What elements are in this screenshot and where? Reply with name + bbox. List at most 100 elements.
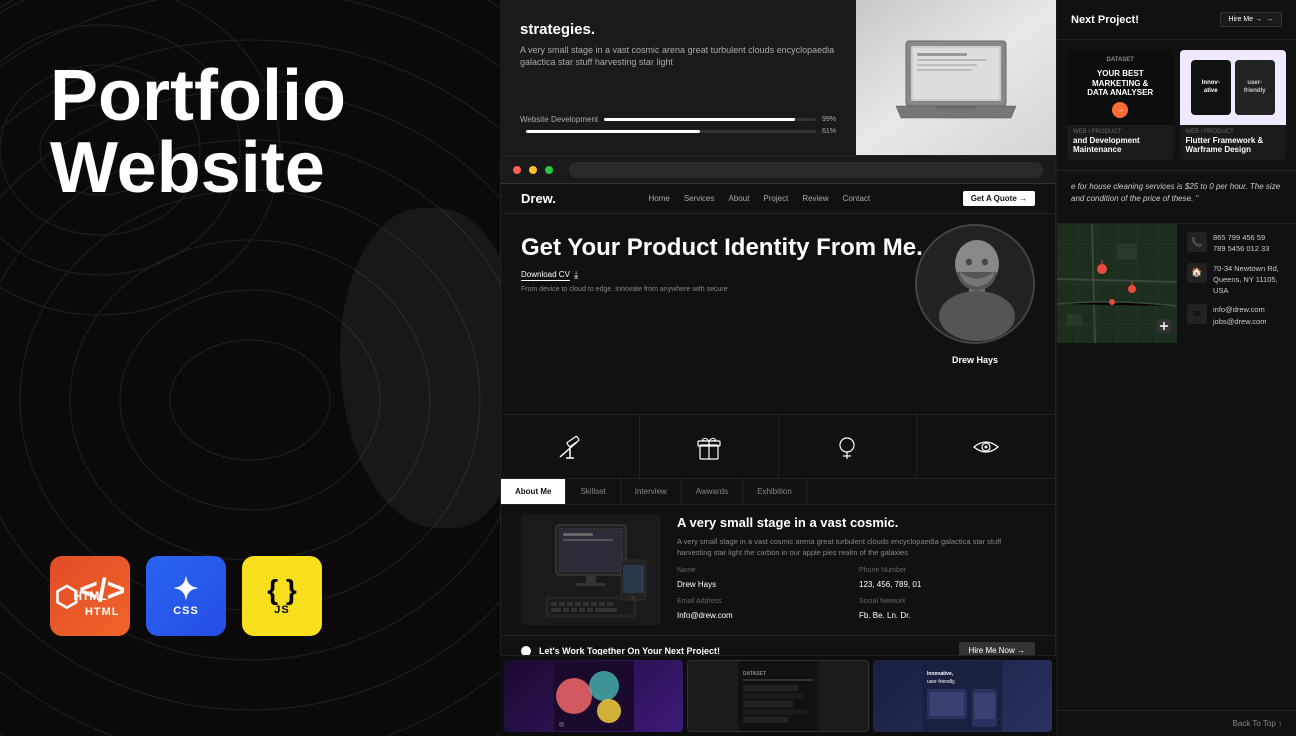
svg-text:Innovative,: Innovative,: [927, 671, 954, 677]
testimonial-section: e for house cleaning services is $25 to …: [1057, 170, 1296, 215]
project-card-1[interactable]: DATASET YOUR BESTMARKETING &DATA ANALYSE…: [1067, 50, 1174, 160]
back-top-text[interactable]: Back To Top ↑: [1232, 719, 1282, 728]
contact-info: 📞 865 799 456 59789 5456 012 33 🏠 70-34 …: [1177, 224, 1296, 343]
map-contact: 📞 865 799 456 59789 5456 012 33 🏠 70-34 …: [1057, 223, 1296, 343]
avatar-image: [917, 226, 1035, 344]
next-project-header: Next Project! Hire Me → →: [1057, 0, 1296, 40]
left-panel: Portfolio Website ⬡ HTML </> HTML ✦ CSS: [0, 0, 500, 736]
icon-gift: [640, 415, 779, 478]
tech-icons-group: ⬡ HTML </> HTML ✦ CSS { } JS: [50, 556, 450, 676]
about-text: A very small stage in a vast cosmic. A v…: [677, 515, 1035, 625]
map-area: [1057, 224, 1177, 343]
right-side: strategies. A very small stage in a vast…: [500, 0, 1056, 736]
thumbnail-3[interactable]: Innovative, user-friendly,: [873, 660, 1052, 732]
cta-left: Let's Work Together On Your Next Project…: [521, 646, 720, 656]
detail-social: Social Network Fb. Be. Ln. Dr.: [859, 598, 1035, 623]
site-content: Drew. Home Services About Project Review…: [501, 184, 1055, 655]
browser-maximize[interactable]: [545, 166, 553, 174]
progress-row-2: 61%: [520, 128, 836, 135]
cta-bar: Let's Work Together On Your Next Project…: [501, 635, 1055, 655]
icon-telescope: [501, 415, 640, 478]
project-card-2-label: WEB / PRODUCT Flutter Framework &Warfram…: [1180, 125, 1287, 158]
detail-name: Name Drew Hays: [677, 567, 853, 592]
thumbnail-2[interactable]: DATASET: [687, 660, 868, 732]
icon-eye: [917, 415, 1055, 478]
icon-venus: [779, 415, 918, 478]
hero-avatar: Drew Hays: [915, 224, 1035, 384]
laptop-image: [856, 0, 1056, 155]
strategy-body: A very small stage in a vast cosmic aren…: [520, 44, 836, 69]
laptop-visual: [856, 0, 1056, 155]
project-card-2[interactable]: Innov-ative user-friendly WEB / PRODUCT …: [1180, 50, 1287, 160]
detail-email: Email Address Info@drew.com: [677, 598, 853, 623]
hire-me-button[interactable]: Hire Me → →: [1220, 12, 1282, 27]
css-badge: ✦ CSS: [146, 556, 226, 636]
about-body: A very small stage in a vast cosmic aren…: [677, 536, 1035, 559]
project-card-1-label: WEB / PRODUCT and DevelopmentMaintenance: [1067, 125, 1174, 158]
browser-close[interactable]: [513, 166, 521, 174]
project-cards: DATASET YOUR BESTMARKETING &DATA ANALYSE…: [1057, 40, 1296, 170]
about-details: Name Drew Hays Phone Number 123, 456, 78…: [677, 567, 1035, 623]
browser-preview: Drew. Home Services About Project Review…: [500, 155, 1056, 656]
contact-phone: 📞 865 799 456 59789 5456 012 33: [1187, 232, 1286, 255]
laptop-svg: [891, 33, 1021, 123]
avatar-circle: [915, 224, 1035, 344]
thumbnail-1[interactable]: ◎: [504, 660, 683, 732]
nav-cta-button[interactable]: Get A Quote →: [963, 191, 1035, 206]
about-tabs: About Me Skillset Interview Awwards Exhi…: [501, 479, 1055, 505]
browser-minimize[interactable]: [529, 166, 537, 174]
nav-project[interactable]: Project: [763, 194, 788, 203]
detail-phone: Phone Number 123, 456, 789, 01: [859, 567, 1035, 592]
svg-text:user-friendly,: user-friendly,: [927, 679, 956, 685]
cta-dot: [521, 646, 531, 656]
tab-skillset[interactable]: Skillset: [566, 479, 620, 504]
address-text: 70-34 Newtown Rd,Queens, NY 11105, USA: [1213, 263, 1286, 297]
testimonial-text: e for house cleaning services is $25 to …: [1071, 181, 1282, 205]
tab-interview[interactable]: Interview: [621, 479, 682, 504]
contact-address: 🏠 70-34 Newtown Rd,Queens, NY 11105, USA: [1187, 263, 1286, 297]
email-icon: ✉: [1187, 304, 1207, 324]
about-content: A very small stage in a vast cosmic. A v…: [501, 505, 1055, 635]
page-title: Portfolio Website: [50, 60, 450, 204]
top-strip: strategies. A very small stage in a vast…: [500, 0, 1056, 155]
download-arrow: ⤓: [574, 270, 578, 281]
avatar-name-tag: Drew Hays: [915, 350, 1035, 368]
cta-hire-button[interactable]: Hire Me Now →: [959, 642, 1035, 655]
project-card-2-visual: Innov-ative user-friendly: [1180, 50, 1287, 125]
tab-awwards[interactable]: Awwards: [682, 479, 743, 504]
icons-row: [501, 414, 1055, 479]
bottom-thumbnails: ◎ DATASET: [500, 656, 1056, 736]
address-icon: 🏠: [1187, 263, 1207, 283]
far-right-panel: Next Project! Hire Me → → DATASET YOUR B…: [1056, 0, 1296, 736]
js-badge: { } JS: [242, 556, 322, 636]
left-content: Portfolio Website ⬡ HTML </> HTML ✦ CSS: [0, 0, 500, 736]
html-badge: ⬡ HTML </> HTML: [50, 556, 130, 636]
strategy-text-area: strategies. A very small stage in a vast…: [500, 0, 856, 155]
back-to-top: Back To Top ↑: [1057, 710, 1296, 736]
site-hero: Get Your Product Identity From Me. Downl…: [501, 214, 1055, 414]
nav-review[interactable]: Review: [802, 194, 828, 203]
map-placeholder: [1057, 224, 1177, 343]
strategy-headline: strategies.: [520, 20, 836, 40]
nav-home[interactable]: Home: [648, 194, 669, 203]
avatar-name: Drew Hays: [952, 355, 998, 365]
nav-services[interactable]: Services: [684, 194, 715, 203]
contact-email: ✉ info@drew.comjobs@drew.com: [1187, 304, 1286, 327]
tab-about-me[interactable]: About Me: [501, 479, 566, 504]
nav-contact[interactable]: Contact: [843, 194, 871, 203]
desk-visual: [521, 515, 661, 625]
progress-row-1: Website Development 99%: [520, 115, 836, 124]
email-text: info@drew.comjobs@drew.com: [1213, 304, 1266, 327]
phone-text: 865 799 456 59789 5456 012 33: [1213, 232, 1269, 255]
svg-text:DATASET: DATASET: [743, 671, 766, 677]
tab-exhibition[interactable]: Exhibition: [743, 479, 807, 504]
browser-chrome: [501, 156, 1055, 184]
phone-icon: 📞: [1187, 232, 1207, 252]
svg-text:◎: ◎: [559, 722, 564, 728]
about-headline: A very small stage in a vast cosmic.: [677, 515, 1035, 530]
nav-about[interactable]: About: [729, 194, 750, 203]
cta-text: Let's Work Together On Your Next Project…: [539, 646, 720, 656]
site-logo: Drew.: [521, 191, 556, 206]
progress-bars: Website Development 99% 61%: [520, 115, 836, 135]
site-nav: Drew. Home Services About Project Review…: [501, 184, 1055, 214]
